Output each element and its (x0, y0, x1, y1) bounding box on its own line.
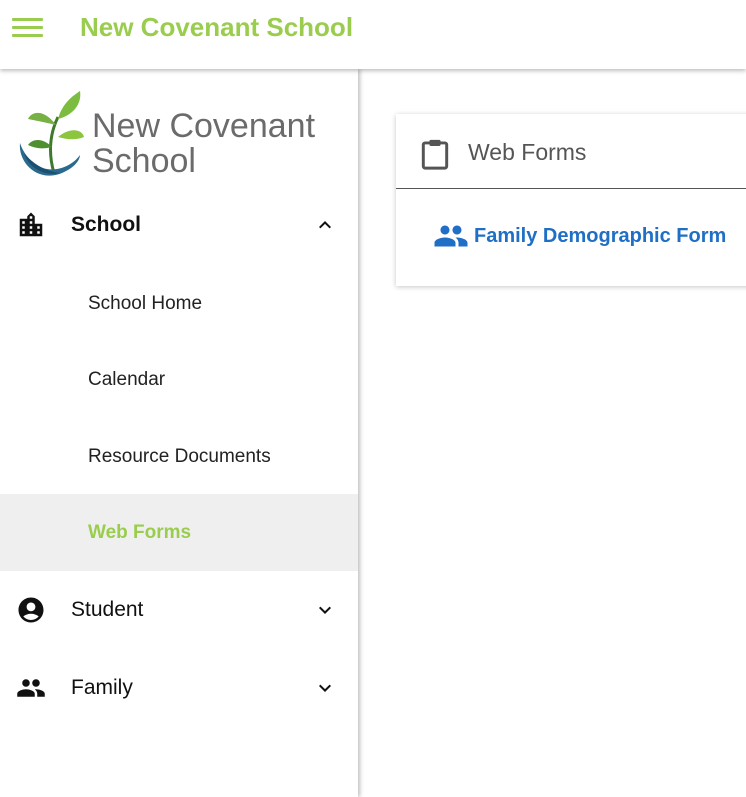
logo-wordmark: New Covenant School (92, 109, 315, 179)
web-forms-card: Web Forms Family Demographic Form (396, 114, 746, 286)
account-circle-icon (18, 597, 44, 623)
sidebar-section-family[interactable]: Family (0, 653, 358, 723)
sidebar-item-calendar[interactable]: Calendar (0, 341, 358, 418)
form-link-label: Family Demographic Form (474, 224, 727, 247)
sidebar-section-label: School (71, 213, 142, 236)
people-icon (17, 679, 45, 697)
sidebar-item-label: Web Forms (88, 521, 192, 543)
family-demographic-form-link[interactable]: Family Demographic Form (433, 222, 726, 250)
hamburger-menu-icon[interactable] (12, 14, 44, 40)
card-header: Web Forms (396, 114, 746, 189)
logo-line-1: New Covenant (92, 107, 316, 145)
school-logo[interactable]: New Covenant School (18, 89, 328, 183)
app-title: New Covenant School (80, 12, 354, 42)
chevron-down-icon (319, 606, 331, 614)
people-icon (434, 225, 468, 247)
sidebar-item-school-home[interactable]: School Home (0, 265, 358, 342)
sidebar-section-label: Family (71, 676, 133, 699)
sidebar-section-label: Student (71, 598, 144, 621)
sidebar-item-label: School Home (88, 292, 203, 314)
card-title: Web Forms (468, 139, 587, 165)
top-app-bar: New Covenant School (0, 0, 746, 69)
sidebar: New Covenant School School School Home C… (0, 69, 358, 797)
sidebar-item-resource-documents[interactable]: Resource Documents (0, 418, 358, 495)
sidebar-item-label: Resource Documents (88, 445, 271, 467)
sidebar-item-label: Calendar (88, 368, 166, 390)
sidebar-section-student[interactable]: Student (0, 575, 358, 645)
logo-line-2: School (92, 142, 196, 180)
sidebar-section-school[interactable]: School (0, 190, 358, 260)
clipboard-icon (421, 139, 449, 170)
leaf-logo-icon (19, 91, 84, 176)
sidebar-item-web-forms[interactable]: Web Forms (0, 494, 358, 571)
school-building-icon (19, 212, 43, 237)
chevron-down-icon (319, 684, 331, 692)
chevron-up-icon (319, 221, 331, 229)
